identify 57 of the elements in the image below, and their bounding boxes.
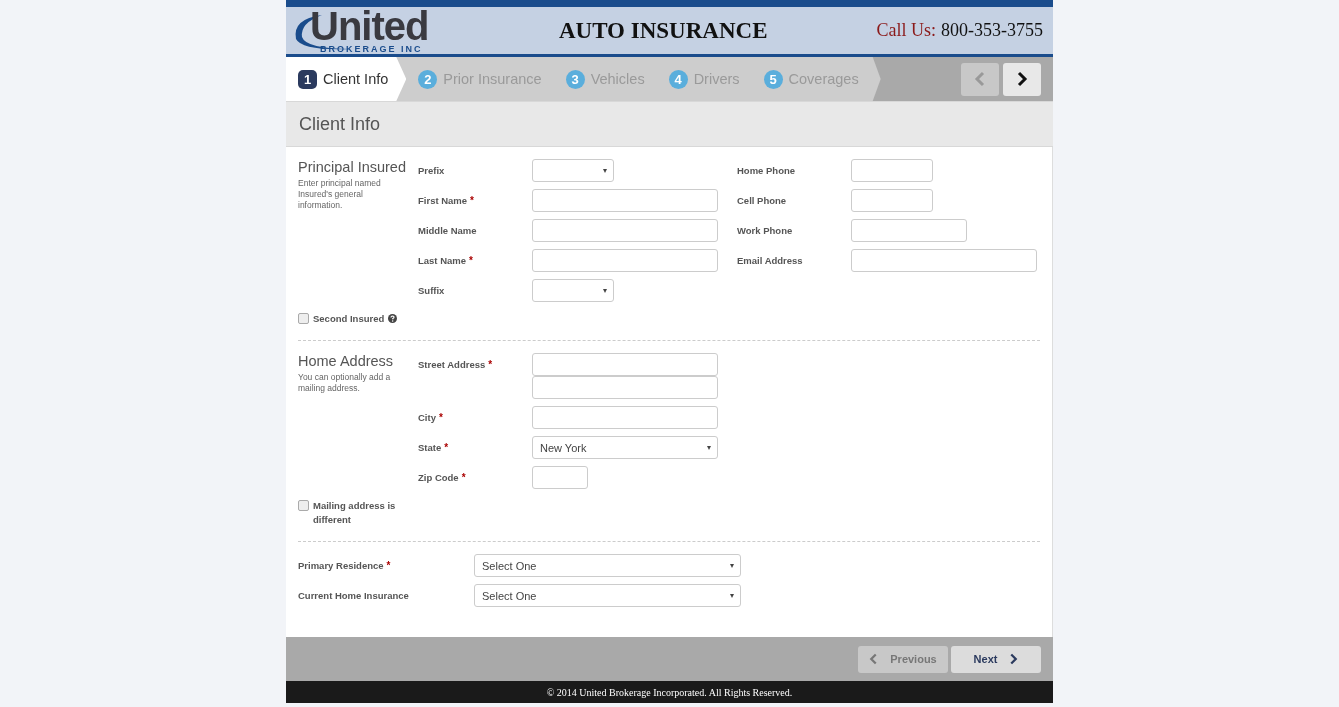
caret-icon	[603, 288, 607, 293]
chevron-left-icon	[974, 71, 986, 87]
field-label: Zip Code *	[418, 471, 467, 483]
field-label: Street Address *	[418, 358, 494, 370]
checkbox[interactable]	[298, 313, 309, 324]
caret-icon	[603, 168, 607, 173]
field-label: Cell Phone	[737, 194, 788, 206]
field-label: Suffix	[418, 284, 446, 296]
chevron-icon	[1009, 653, 1019, 665]
section-heading: Principal Insured	[298, 159, 407, 175]
chevron-icon	[869, 653, 879, 665]
field-label: Middle Name	[418, 224, 478, 236]
field-label: Home Phone	[737, 164, 797, 176]
field-label: Work Phone	[737, 224, 794, 236]
select-field[interactable]: Select One	[474, 554, 741, 577]
caret-icon	[707, 445, 711, 450]
select-field[interactable]: Select One	[474, 584, 741, 607]
page-heading: AUTO INSURANCE	[557, 17, 769, 44]
input-field[interactable]	[851, 219, 967, 242]
call-label: Call Us:	[876, 20, 936, 41]
input-field[interactable]	[532, 353, 718, 376]
section-description: You can optionally add a mailing address.	[298, 372, 392, 394]
select-field[interactable]	[532, 159, 614, 182]
field-label: First Name *	[418, 194, 475, 206]
section-title: Client Info	[286, 101, 1053, 147]
step-tab[interactable]: 1 Client Info	[286, 57, 407, 101]
phone-number: 800-353-3755	[941, 20, 1043, 41]
input-field[interactable]	[851, 249, 1037, 272]
input-field[interactable]	[532, 466, 588, 489]
checkbox-label: Second Insured	[313, 312, 385, 326]
section-description: Enter principal named Insured's general information.	[298, 178, 382, 211]
input-field[interactable]	[851, 159, 933, 182]
input-field[interactable]	[532, 406, 718, 429]
next-button[interactable]	[1003, 62, 1041, 96]
chevron-right-icon	[1016, 71, 1028, 87]
input-field[interactable]	[532, 189, 718, 212]
caret-icon	[730, 563, 734, 568]
section-heading: Home Address	[298, 353, 395, 369]
field-label: City *	[418, 411, 444, 423]
next-button[interactable]: Next	[951, 645, 1041, 673]
input-field[interactable]	[532, 219, 718, 242]
copyright-text: © 2014 United Brokerage Incorporated. All Rights Reserved.	[286, 681, 1053, 703]
field-label: Last Name *	[418, 254, 474, 266]
checkbox[interactable]	[298, 500, 309, 511]
select-field[interactable]	[532, 279, 614, 302]
field-label: Email Address	[737, 254, 804, 266]
field-label: Current Home Insurance	[298, 589, 410, 601]
checkbox-label: Mailing address is different	[313, 499, 397, 527]
caret-icon	[730, 593, 734, 598]
input-field[interactable]	[851, 189, 933, 212]
input-field[interactable]	[532, 249, 718, 272]
input-field[interactable]	[532, 376, 718, 399]
field-label: Primary Residence *	[298, 559, 392, 571]
field-label: State *	[418, 441, 450, 453]
field-label: Prefix	[418, 164, 446, 176]
company-logo: United BROKERAGE INC	[290, 7, 450, 54]
select-field[interactable]: New York	[532, 436, 718, 459]
